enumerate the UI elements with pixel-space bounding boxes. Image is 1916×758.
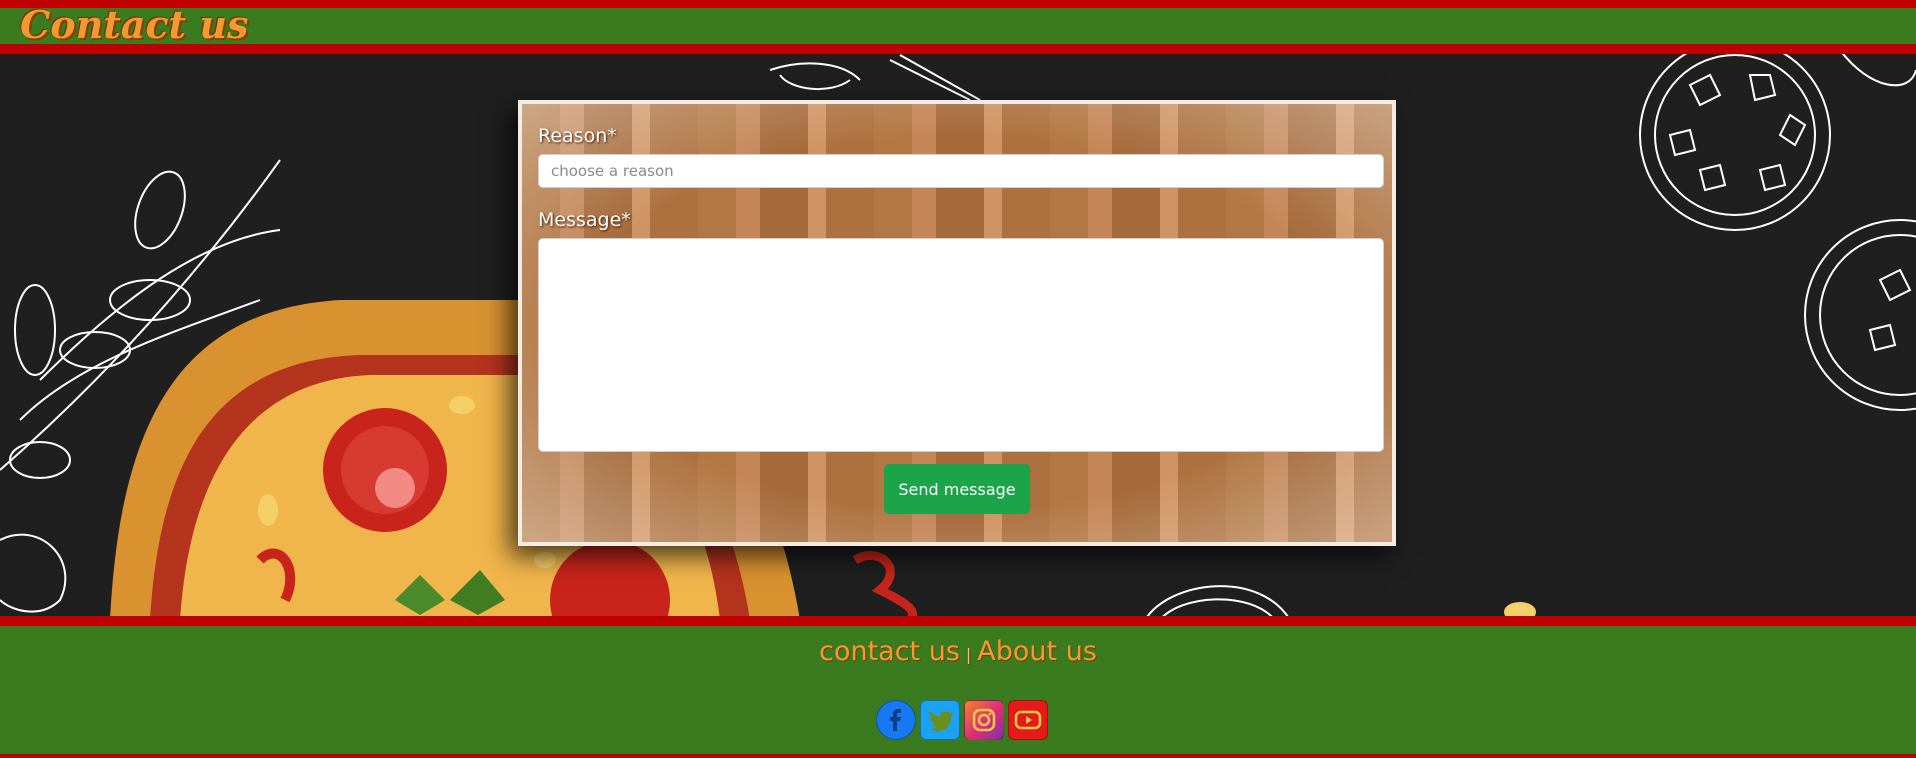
instagram-icon[interactable] xyxy=(964,700,1004,740)
contact-form-panel: Reason* Message* Send message xyxy=(518,100,1396,546)
footer-nav: contact us | About us xyxy=(0,636,1916,667)
bottom-doodle xyxy=(1144,585,1291,621)
message-label: Message* xyxy=(538,209,631,231)
site-footer: contact us | About us xyxy=(0,616,1916,758)
contact-form: Reason* Message* Send message xyxy=(538,122,1384,526)
site-header: Contact us xyxy=(0,0,1916,54)
reason-label: Reason* xyxy=(538,125,617,147)
message-textarea[interactable] xyxy=(538,238,1384,452)
tomato-slice-doodle xyxy=(1639,39,1916,411)
twitter-icon[interactable] xyxy=(920,700,960,740)
facebook-icon[interactable] xyxy=(876,700,916,740)
reason-input[interactable] xyxy=(538,154,1384,188)
herb-doodle xyxy=(769,54,981,101)
header-band xyxy=(0,8,1916,44)
youtube-icon[interactable] xyxy=(1008,700,1048,740)
footer-link-about-us[interactable]: About us xyxy=(977,636,1097,667)
send-message-button[interactable]: Send message xyxy=(884,464,1030,514)
social-links xyxy=(876,700,1048,740)
footer-link-contact-us[interactable]: contact us xyxy=(819,636,960,667)
footer-separator: | xyxy=(965,645,972,664)
page-title: Contact us xyxy=(20,2,249,47)
